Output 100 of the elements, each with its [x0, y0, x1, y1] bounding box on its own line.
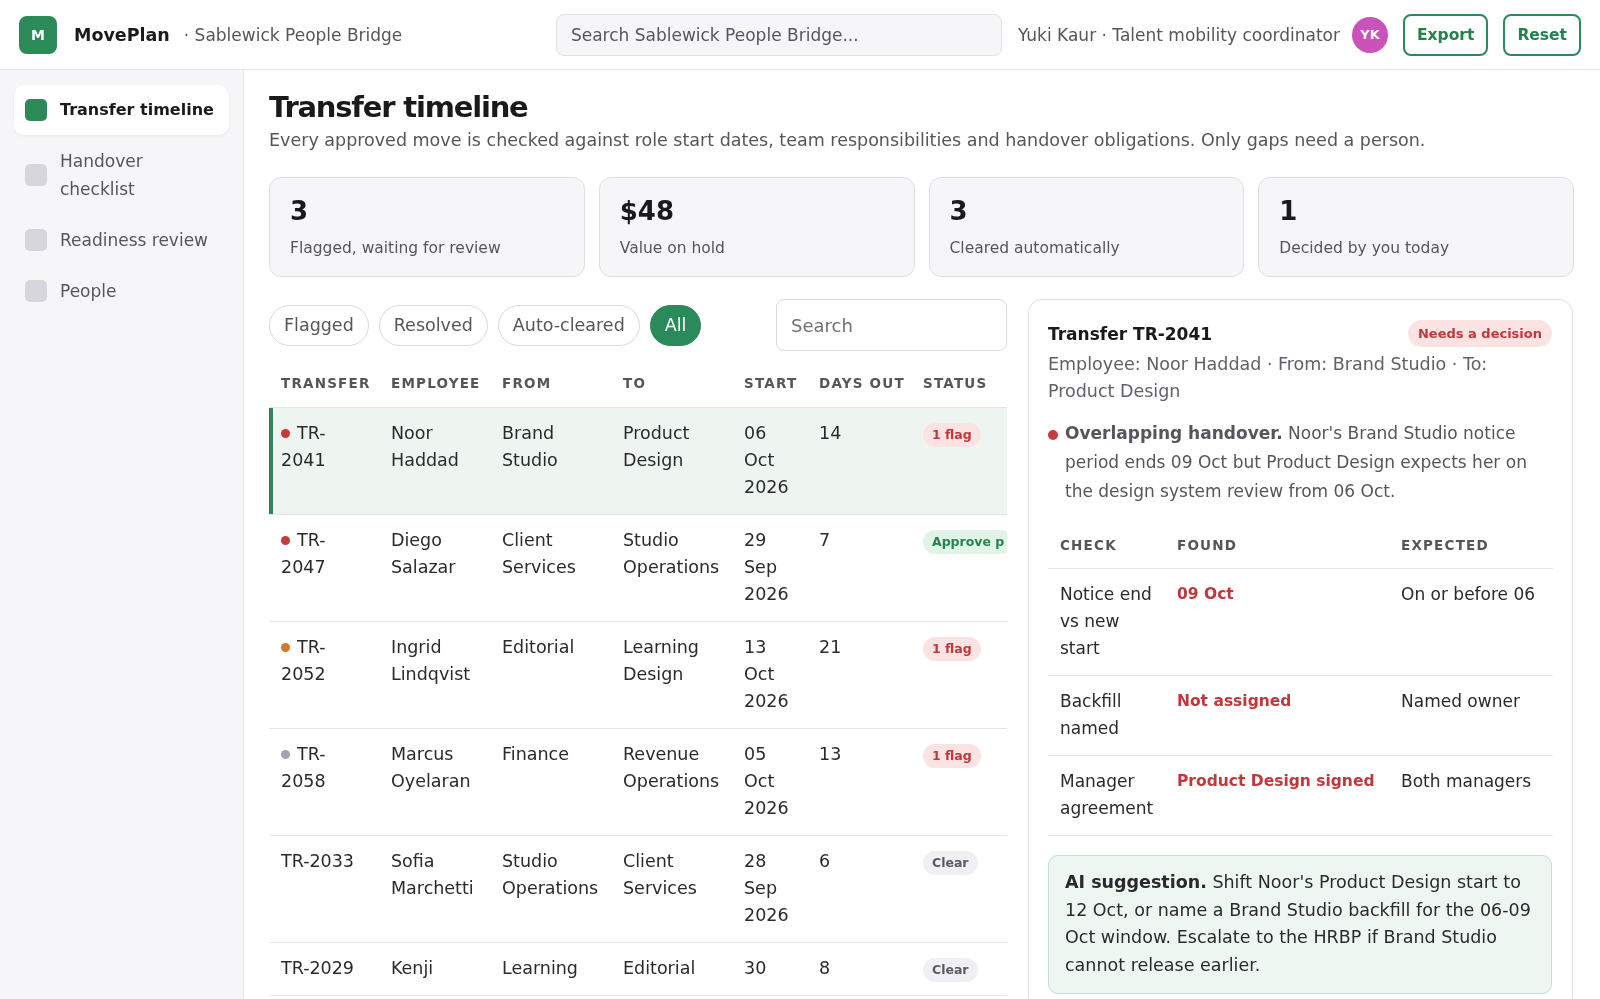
table-cell: Editorial: [611, 942, 732, 996]
square-icon: [25, 99, 47, 121]
table-cell: 13 Oct 2026: [732, 621, 807, 729]
table-cell: Ingrid Lindqvist: [379, 621, 490, 729]
sidebar-item[interactable]: Transfer timeline: [14, 85, 229, 135]
column-header: TRANSFER: [269, 360, 379, 408]
sidebar-item[interactable]: Handover checklist: [14, 136, 229, 214]
column-header: CHECK: [1048, 522, 1165, 569]
column-header: DAYS OUT: [807, 360, 911, 408]
filter-chip[interactable]: Resolved: [378, 304, 488, 346]
square-icon: [25, 280, 47, 302]
status-badge: 1 flag: [923, 744, 981, 768]
table-cell: Product Design: [611, 407, 732, 515]
table-cell: Diego Salazar: [379, 514, 490, 622]
transfer-id: TR-2058: [281, 744, 326, 791]
table-cell: 21: [807, 621, 911, 729]
table-row[interactable]: TR-2047 Diego Salazar Client Services Studio Operations 29 Sep 2026 7 Approve p: [269, 514, 1007, 622]
decision-badge: Needs a decision: [1407, 320, 1552, 347]
table-cell: Notice end vs new start: [1048, 568, 1165, 676]
table-cell: Revenue Operations: [611, 728, 732, 836]
stat-label: Flagged, waiting for review: [290, 238, 502, 259]
table-cell: Studio Operations: [490, 835, 611, 943]
table-cell: 06 Oct 2026: [732, 407, 807, 515]
detail-title: Transfer TR-2041: [1048, 322, 1213, 346]
stat-value: 1: [1279, 195, 1299, 228]
stat-value: 3: [290, 195, 310, 228]
user-avatar[interactable]: YK: [1352, 16, 1388, 53]
page-title: Transfer timeline: [269, 89, 529, 126]
status-badge: Clear: [923, 958, 978, 982]
issue-text: Overlapping handover. Noor's Brand Studio notice period ends 09 Oct but Product Design expects her on the design system review from 06 Oct.: [1065, 422, 1528, 503]
table-cell: 05 Oct 2026: [732, 728, 807, 836]
stat-label: Value on hold: [619, 238, 726, 259]
table-cell: Client Services: [611, 835, 732, 943]
table-cell: Not assigned: [1165, 675, 1389, 756]
table-cell: Learning Design: [611, 621, 732, 729]
table-cell: Kenji: [379, 942, 490, 996]
alert-dot-icon: [1048, 430, 1058, 440]
table-cell: Studio Operations: [611, 514, 732, 622]
table-cell: Brand Studio: [490, 407, 611, 515]
column-header: FROM: [490, 360, 611, 408]
filter-chip[interactable]: All: [649, 304, 702, 346]
column-header: STATUS: [911, 360, 1007, 408]
table-cell: Named owner: [1389, 675, 1553, 756]
column-header: EMPLOYEE: [379, 360, 490, 408]
table-row[interactable]: TR-2029 Kenji Learning Editorial 30 8 Clear: [269, 942, 1007, 996]
app-name: MovePlan: [74, 24, 170, 45]
table-cell: Manager agreement: [1048, 755, 1165, 836]
column-header: TO: [611, 360, 732, 408]
table-cell: 28 Sep 2026: [732, 835, 807, 943]
stat-value: $48: [619, 195, 676, 228]
column-header: EXPECTED: [1389, 522, 1553, 569]
sidebar-item[interactable]: People: [14, 266, 229, 316]
header-button[interactable]: Reset: [1503, 13, 1581, 56]
status-badge: Approve p: [923, 530, 1007, 554]
app-logo: M: [19, 15, 57, 54]
column-header: START: [732, 360, 807, 408]
status-badge: 1 flag: [923, 637, 981, 661]
column-header: FOUND: [1165, 522, 1389, 569]
transfer-id: TR-2047: [281, 530, 326, 577]
transfer-id: TR-2052: [281, 637, 326, 684]
table-cell: Both managers: [1389, 755, 1553, 836]
table-cell: 8: [807, 942, 911, 996]
table-cell: Noor Haddad: [379, 407, 490, 515]
stat-value: 3: [949, 195, 969, 228]
table-row[interactable]: TR-2041 Noor Haddad Brand Studio Product Design 06 Oct 2026 14 1 flag: [269, 407, 1007, 515]
stat-label: Decided by you today: [1279, 238, 1451, 259]
header-button[interactable]: Export: [1403, 13, 1489, 56]
table-cell: Sofia Marchetti: [379, 835, 490, 943]
table-row[interactable]: TR-2052 Ingrid Lindqvist Editorial Learning Design 13 Oct 2026 21 1 flag: [269, 621, 1007, 729]
table-search-field[interactable]: Search: [776, 299, 1007, 351]
sidebar-item[interactable]: Readiness review: [14, 215, 229, 265]
table-cell: Learning: [490, 942, 611, 996]
table-cell: Backfill named: [1048, 675, 1165, 756]
filter-chip[interactable]: Flagged: [269, 304, 369, 346]
table-row[interactable]: TR-2058 Marcus Oyelaran Finance Revenue Operations 05 Oct 2026 13 1 flag: [269, 728, 1007, 836]
detail-meta: Employee: Noor Haddad · From: Brand Studio · To: Product Design: [1048, 353, 1489, 403]
table-cell: Client Services: [490, 514, 611, 622]
square-icon: [25, 229, 47, 251]
status-badge: 1 flag: [923, 423, 981, 447]
suggestion-callout: AI suggestion. Shift Noor's Product Design start to 12 Oct, or name a Brand Studio backfill for the 06-09 Oct window. Escalate to the HRBP if Brand Studio cannot release earlier.: [1048, 855, 1552, 994]
table-cell: 6: [807, 835, 911, 943]
transfer-id: TR-2041: [281, 423, 326, 470]
page-subtitle: Every approved move is checked against role start dates, team responsibilities and handover obligations. Only gaps need a person.: [269, 129, 1427, 152]
stat-label: Cleared automatically: [949, 238, 1121, 259]
table-cell: 13: [807, 728, 911, 836]
table-cell: 29 Sep 2026: [732, 514, 807, 622]
filter-chip[interactable]: Auto-cleared: [497, 304, 640, 346]
table-cell: On or before 06: [1389, 568, 1553, 676]
table-row[interactable]: TR-2033 Sofia Marchetti Studio Operations Client Services 28 Sep 2026 6 Clear: [269, 835, 1007, 943]
table-cell: Editorial: [490, 621, 611, 729]
user-label: Yuki Kaur · Talent mobility coordinator: [1017, 24, 1340, 45]
table-cell: 14: [807, 407, 911, 515]
table-cell: 30: [732, 942, 807, 996]
table-cell: Finance: [490, 728, 611, 836]
search-field[interactable]: Search Sablewick People Bridge...: [555, 13, 1002, 56]
table-cell: 7: [807, 514, 911, 622]
square-icon: [25, 164, 47, 186]
workspace-name: · Sablewick People Bridge: [183, 24, 403, 45]
transfer-id: TR-2029: [281, 958, 354, 978]
table-cell: Marcus Oyelaran: [379, 728, 490, 836]
